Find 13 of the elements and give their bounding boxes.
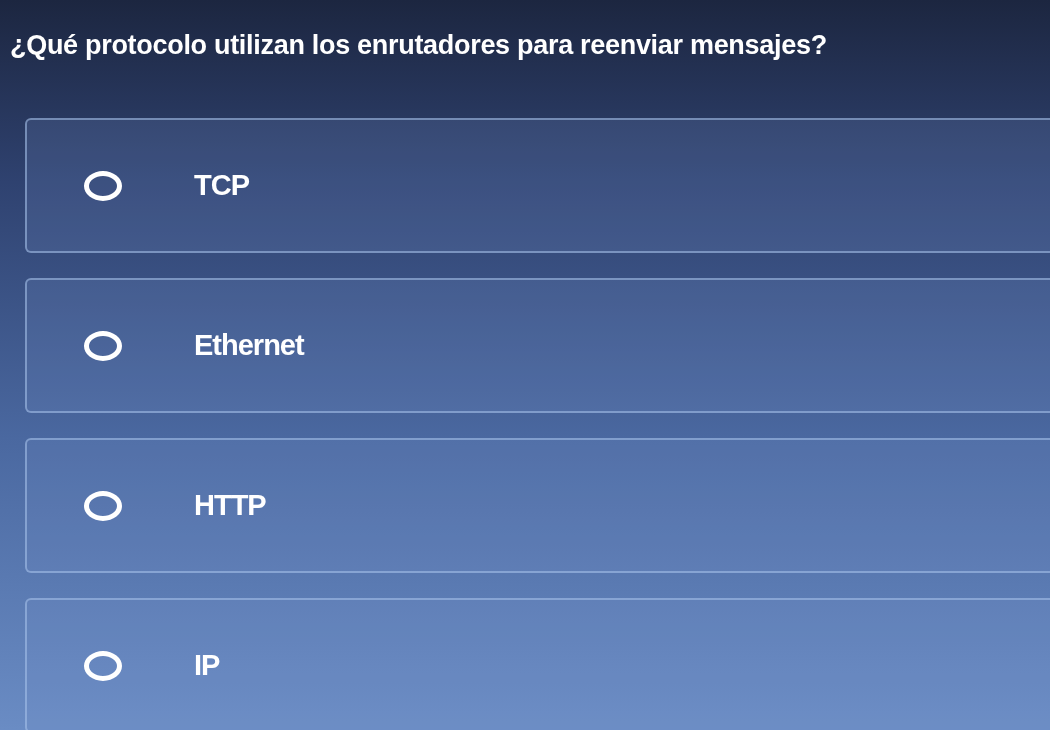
question-text: ¿Qué protocolo utilizan los enrutadores para reenviar mensajes? [9,29,828,62]
option-label: HTTP [194,489,266,522]
radio-button[interactable] [84,490,122,521]
answer-option[interactable]: Ethernet [25,278,1050,413]
answer-option[interactable]: TCP [25,118,1050,253]
option-label: IP [194,649,220,682]
radio-button[interactable] [84,650,122,681]
answer-option[interactable]: IP [25,598,1050,730]
radio-button[interactable] [84,330,122,361]
answer-option[interactable]: HTTP [25,438,1050,573]
option-label: Ethernet [194,329,304,362]
option-label: TCP [194,169,249,202]
radio-button[interactable] [84,170,122,201]
